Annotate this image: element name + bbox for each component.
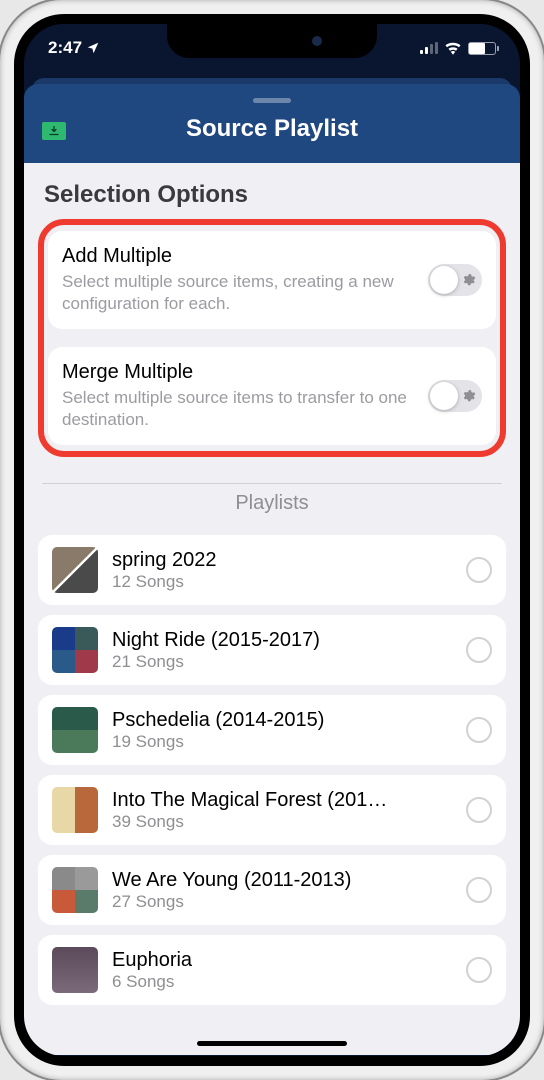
toggle-merge-multiple[interactable] bbox=[428, 380, 482, 412]
sheet-header: Source Playlist bbox=[24, 84, 520, 163]
playlist-subtitle: 19 Songs bbox=[112, 732, 452, 752]
album-art bbox=[52, 787, 98, 833]
playlist-row[interactable]: Euphoria 6 Songs bbox=[38, 935, 506, 1005]
playlist-title: Night Ride (2015-2017) bbox=[112, 629, 452, 652]
playlist-row[interactable]: Into The Magical Forest (201… 39 Songs bbox=[38, 775, 506, 845]
toggle-knob bbox=[430, 382, 458, 410]
sheet-grabber[interactable] bbox=[253, 98, 291, 103]
toggle-knob bbox=[430, 266, 458, 294]
notch bbox=[167, 24, 377, 58]
playlist-row[interactable]: We Are Young (2011-2013) 27 Songs bbox=[38, 855, 506, 925]
battery-icon bbox=[468, 42, 496, 55]
toggle-add-multiple[interactable] bbox=[428, 264, 482, 296]
album-art bbox=[52, 867, 98, 913]
playlist-subtitle: 12 Songs bbox=[112, 572, 452, 592]
phone-frame: 2:47 Source Playlist Selection Options bbox=[0, 0, 544, 1080]
home-indicator[interactable] bbox=[197, 1041, 347, 1046]
playlist-subtitle: 39 Songs bbox=[112, 812, 452, 832]
location-arrow-icon bbox=[86, 41, 100, 55]
download-icon[interactable] bbox=[42, 122, 66, 140]
album-art bbox=[52, 707, 98, 753]
option-title: Merge Multiple bbox=[62, 361, 418, 384]
playlist-title: Into The Magical Forest (201… bbox=[112, 789, 452, 812]
playlist-row[interactable]: Night Ride (2015-2017) 21 Songs bbox=[38, 615, 506, 685]
cellular-icon bbox=[420, 42, 438, 54]
content-scroll[interactable]: Selection Options Add Multiple Select mu… bbox=[24, 163, 520, 1055]
playlist-row[interactable]: Pschedelia (2014-2015) 19 Songs bbox=[38, 695, 506, 765]
playlist-title: Pschedelia (2014-2015) bbox=[112, 709, 452, 732]
option-desc: Select multiple source items to transfer… bbox=[62, 387, 418, 431]
gear-icon bbox=[462, 389, 476, 403]
album-art bbox=[52, 547, 98, 593]
radio-select[interactable] bbox=[466, 957, 492, 983]
section-label: Selection Options bbox=[38, 181, 506, 209]
page-title: Source Playlist bbox=[40, 115, 504, 143]
playlist-title: spring 2022 bbox=[112, 549, 452, 572]
playlist-row[interactable]: spring 2022 12 Songs bbox=[38, 535, 506, 605]
playlist-title: Euphoria bbox=[112, 949, 452, 972]
playlist-subtitle: 27 Songs bbox=[112, 892, 452, 912]
album-art bbox=[52, 627, 98, 673]
option-add-multiple: Add Multiple Select multiple source item… bbox=[48, 231, 496, 329]
radio-select[interactable] bbox=[466, 797, 492, 823]
status-time: 2:47 bbox=[48, 38, 82, 58]
radio-select[interactable] bbox=[466, 557, 492, 583]
option-title: Add Multiple bbox=[62, 245, 418, 268]
highlight-annotation: Add Multiple Select multiple source item… bbox=[38, 219, 506, 457]
album-art bbox=[52, 947, 98, 993]
list-header: Playlists bbox=[42, 483, 502, 523]
playlist-subtitle: 6 Songs bbox=[112, 972, 452, 992]
screen: 2:47 Source Playlist Selection Options bbox=[14, 14, 530, 1066]
radio-select[interactable] bbox=[466, 877, 492, 903]
radio-select[interactable] bbox=[466, 637, 492, 663]
playlist-subtitle: 21 Songs bbox=[112, 652, 452, 672]
gear-icon bbox=[462, 273, 476, 287]
option-merge-multiple: Merge Multiple Select multiple source it… bbox=[48, 347, 496, 445]
option-desc: Select multiple source items, creating a… bbox=[62, 271, 418, 315]
status-left: 2:47 bbox=[48, 38, 100, 58]
wifi-icon bbox=[444, 41, 462, 55]
playlist-title: We Are Young (2011-2013) bbox=[112, 869, 452, 892]
camera-dot bbox=[312, 36, 322, 46]
status-right bbox=[420, 41, 496, 55]
radio-select[interactable] bbox=[466, 717, 492, 743]
